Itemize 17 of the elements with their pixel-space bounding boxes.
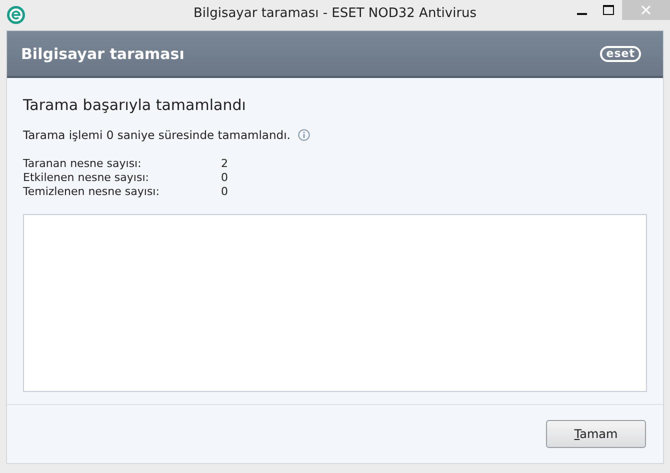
stat-value: 0 <box>221 171 228 185</box>
ok-button[interactable]: Tamam <box>546 420 646 448</box>
stat-label: Taranan nesne sayısı: <box>23 157 142 171</box>
stat-label: Etkilenen nesne sayısı: <box>23 171 150 185</box>
app-icon <box>6 5 26 25</box>
summary-text: Tarama işlemi 0 saniye süresinde tamamlandı. <box>23 128 290 142</box>
result-heading: Tarama başarıyla tamamlandı <box>23 96 247 114</box>
minimize-icon <box>576 12 586 14</box>
stat-label: Temizlenen nesne sayısı: <box>23 185 160 199</box>
stat-value: 0 <box>221 185 228 199</box>
header-title: Bilgisayar taraması <box>21 44 184 62</box>
logo: eset <box>600 46 641 62</box>
window-title: Bilgisayar taraması - ESET NOD32 Antivirus <box>192 6 478 21</box>
close-icon <box>641 5 651 15</box>
maximize-icon <box>603 5 614 15</box>
info-icon[interactable] <box>298 129 310 141</box>
stat-value: 2 <box>221 157 228 171</box>
